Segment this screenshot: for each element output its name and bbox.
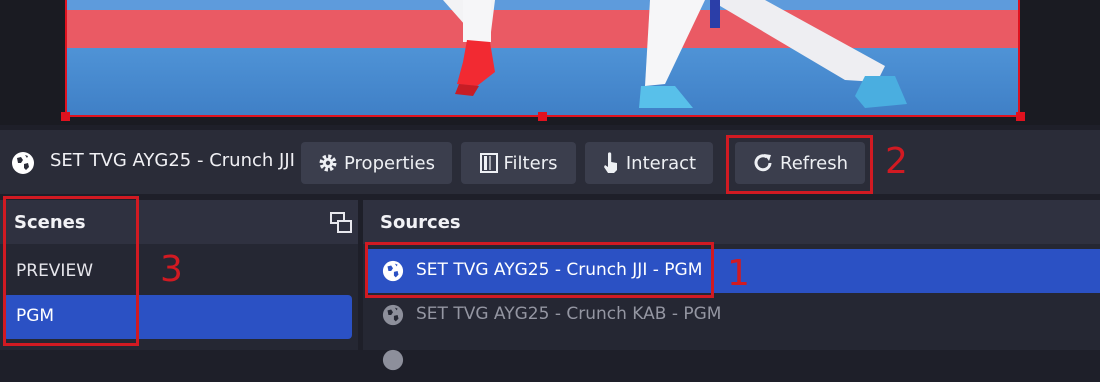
preview-canvas[interactable] <box>65 0 1020 117</box>
sources-header: Sources <box>363 200 1100 244</box>
filters-button[interactable]: Filters <box>461 142 576 184</box>
selected-source-name: SET TVG AYG25 - Crunch JJI <box>50 150 295 171</box>
annotation-number-2: 2 <box>885 141 908 182</box>
filters-icon <box>479 153 498 173</box>
source-toolbar: SET TVG AYG25 - Crunch JJI Properties Fi… <box>0 130 1100 194</box>
resize-handle-bottom-left[interactable] <box>61 112 70 121</box>
resize-handle-bottom-center[interactable] <box>538 112 547 121</box>
properties-label: Properties <box>344 152 435 174</box>
resize-handle-bottom-right[interactable] <box>1016 112 1025 121</box>
sources-title: Sources <box>380 212 461 233</box>
filters-label: Filters <box>503 152 558 174</box>
annotation-box-3 <box>3 196 139 346</box>
scenes-panel: Scenes PREVIEW PGM 3 <box>0 196 358 350</box>
globe-icon <box>382 349 404 371</box>
globe-icon <box>12 152 34 174</box>
annotation-box-1 <box>365 242 714 298</box>
properties-button[interactable]: Properties <box>301 142 452 184</box>
hand-pointer-icon <box>603 152 617 173</box>
annotation-box-2 <box>726 135 873 194</box>
source-item-label: SET TVG AYG25 - Crunch KAB - PGM <box>416 304 722 324</box>
annotation-number-3: 3 <box>160 249 183 290</box>
interact-button[interactable]: Interact <box>585 142 713 184</box>
preview-area <box>0 0 1100 125</box>
source-item-partial[interactable] <box>368 338 1100 382</box>
gear-icon <box>319 154 337 172</box>
undock-icon[interactable] <box>330 212 352 234</box>
source-item-kab-pgm[interactable]: SET TVG AYG25 - Crunch KAB - PGM <box>368 293 1100 337</box>
selection-border <box>65 0 1020 117</box>
interact-label: Interact <box>625 152 697 174</box>
sources-panel: Sources SET TVG AYG25 - Crunch JJI - PGM… <box>363 200 1100 371</box>
globe-icon <box>382 304 404 326</box>
annotation-number-1: 1 <box>727 253 750 294</box>
